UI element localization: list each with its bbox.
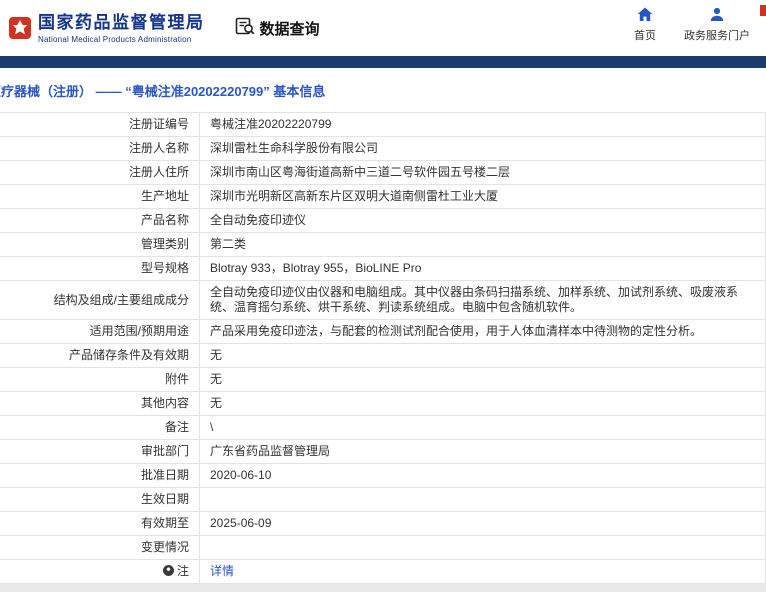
row-label: 备注 xyxy=(0,415,200,440)
row-value: Blotray 933，Blotray 955，BioLINE Pro xyxy=(199,256,766,281)
row-label: 审批部门 xyxy=(0,439,200,464)
detail-link[interactable]: 详情 xyxy=(210,564,234,578)
site-header: 国家药品监督管理局 National Medical Products Admi… xyxy=(0,0,766,56)
row-value: 全自动免疫印迹仪由仪器和电脑组成。其中仪器由条码扫描系统、加样系统、加试剂系统、… xyxy=(199,280,766,320)
row-value xyxy=(199,487,766,512)
row-label: 注 xyxy=(0,559,200,584)
row-value: 产品采用免疫印迹法，与配套的检测试剂配合使用，用于人体血清样本中待测物的定性分析… xyxy=(199,319,766,344)
table-row: 审批部门 广东省药品监督管理局 xyxy=(0,439,766,464)
row-value: 第二类 xyxy=(199,232,766,257)
row-label: 产品名称 xyxy=(0,208,200,233)
table-row: 产品名称 全自动免疫印迹仪 xyxy=(0,208,766,233)
row-label: 批准日期 xyxy=(0,463,200,488)
row-value: 详情 xyxy=(199,559,766,584)
table-row: 适用范围/预期用途 产品采用免疫印迹法，与配套的检测试剂配合使用，用于人体血清样本… xyxy=(0,319,766,344)
table-row: 注册证编号 粤械注准20202220799 xyxy=(0,112,766,137)
row-value: 粤械注准20202220799 xyxy=(199,112,766,137)
note-icon xyxy=(162,565,174,576)
table-row: 备注 \ xyxy=(0,415,766,440)
header-nav: 首页 政务服务门户 xyxy=(634,7,750,43)
row-label: 管理类别 xyxy=(0,232,200,257)
home-icon xyxy=(637,7,653,25)
row-label: 注册人名称 xyxy=(0,136,200,161)
row-value: 无 xyxy=(199,391,766,416)
table-row: 附件无 xyxy=(0,367,766,392)
row-label: 型号规格 xyxy=(0,256,200,281)
row-label: 注册人住所 xyxy=(0,160,200,185)
row-value: \ xyxy=(199,415,766,440)
nav-home[interactable]: 首页 xyxy=(634,7,656,43)
table-row: 产品储存条件及有效期无 xyxy=(0,343,766,368)
row-value: 深圳雷杜生命科学股份有限公司 xyxy=(199,136,766,161)
row-value: 深圳市南山区粤海街道高新中三道二号软件园五号楼二层 xyxy=(199,160,766,185)
row-label: 有效期至 xyxy=(0,511,200,536)
agency-name-block: 国家药品监督管理局 National Medical Products Admi… xyxy=(38,13,205,44)
cropped-red-icon xyxy=(760,5,766,16)
data-query-tab[interactable]: 数据查询 xyxy=(235,17,320,40)
navy-bar xyxy=(0,56,766,68)
row-label: 产品储存条件及有效期 xyxy=(0,343,200,368)
agency-brand: 国家药品监督管理局 National Medical Products Admi… xyxy=(8,13,205,44)
row-value: 2025-06-09 xyxy=(199,511,766,536)
table-row: 注册人住所 深圳市南山区粤海街道高新中三道二号软件园五号楼二层 xyxy=(0,160,766,185)
row-label: 其他内容 xyxy=(0,391,200,416)
table-row: 变更情况 xyxy=(0,535,766,560)
table-row: 有效期至 2025-06-09 xyxy=(0,511,766,536)
page: 国家药品监督管理局 National Medical Products Admi… xyxy=(0,0,766,584)
row-value: 无 xyxy=(199,367,766,392)
user-icon xyxy=(709,7,725,25)
nav-portal[interactable]: 政务服务门户 xyxy=(684,7,750,43)
agency-name-en: National Medical Products Administration xyxy=(38,34,192,44)
row-value: 广东省药品监督管理局 xyxy=(199,439,766,464)
row-value: 全自动免疫印迹仪 xyxy=(199,208,766,233)
table-row: 型号规格 Blotray 933，Blotray 955，BioLINE Pro xyxy=(0,256,766,281)
table-row: 批准日期 2020-06-10 xyxy=(0,463,766,488)
table-row: 注详情 xyxy=(0,559,766,584)
table-row: 其他内容无 xyxy=(0,391,766,416)
registration-info-table: 注册证编号 粤械注准20202220799 注册人名称 深圳雷杜生命科学股份有限公司注… xyxy=(0,112,766,584)
row-label: 适用范围/预期用途 xyxy=(0,319,200,344)
row-label: 生产地址 xyxy=(0,184,200,209)
row-label: 结构及组成/主要组成成分 xyxy=(0,280,200,320)
row-value xyxy=(199,535,766,560)
row-value: 无 xyxy=(199,343,766,368)
row-value: 深圳市光明新区高新东片区双明大道南侧雷杜工业大厦 xyxy=(199,184,766,209)
row-label: 附件 xyxy=(0,367,200,392)
row-label: 变更情况 xyxy=(0,535,200,560)
nmpa-logo-icon xyxy=(8,16,32,40)
data-query-label: 数据查询 xyxy=(259,20,320,38)
nav-portal-label: 政务服务门户 xyxy=(684,30,750,42)
row-label: 生效日期 xyxy=(0,487,200,512)
table-row: 生效日期 xyxy=(0,487,766,512)
table-row: 管理类别 第二类 xyxy=(0,232,766,257)
data-query-icon xyxy=(235,17,255,40)
table-row: 注册人名称 深圳雷杜生命科学股份有限公司 xyxy=(0,136,766,161)
row-label: 注册证编号 xyxy=(0,112,200,137)
info-table-body: 注册证编号 粤械注准20202220799 注册人名称 深圳雷杜生命科学股份有限公司注… xyxy=(0,112,766,584)
table-row: 结构及组成/主要组成成分 全自动免疫印迹仪由仪器和电脑组成。其中仪器由条码扫描系统… xyxy=(0,280,766,320)
row-value: 2020-06-10 xyxy=(199,463,766,488)
nav-home-label: 首页 xyxy=(634,30,656,42)
agency-name-cn: 国家药品监督管理局 xyxy=(38,12,205,32)
table-row: 生产地址 深圳市光明新区高新东片区双明大道南侧雷杜工业大厦 xyxy=(0,184,766,209)
page-title: 医疗器械（注册） —— “粤械注准20202220799” 基本信息 xyxy=(0,84,326,99)
